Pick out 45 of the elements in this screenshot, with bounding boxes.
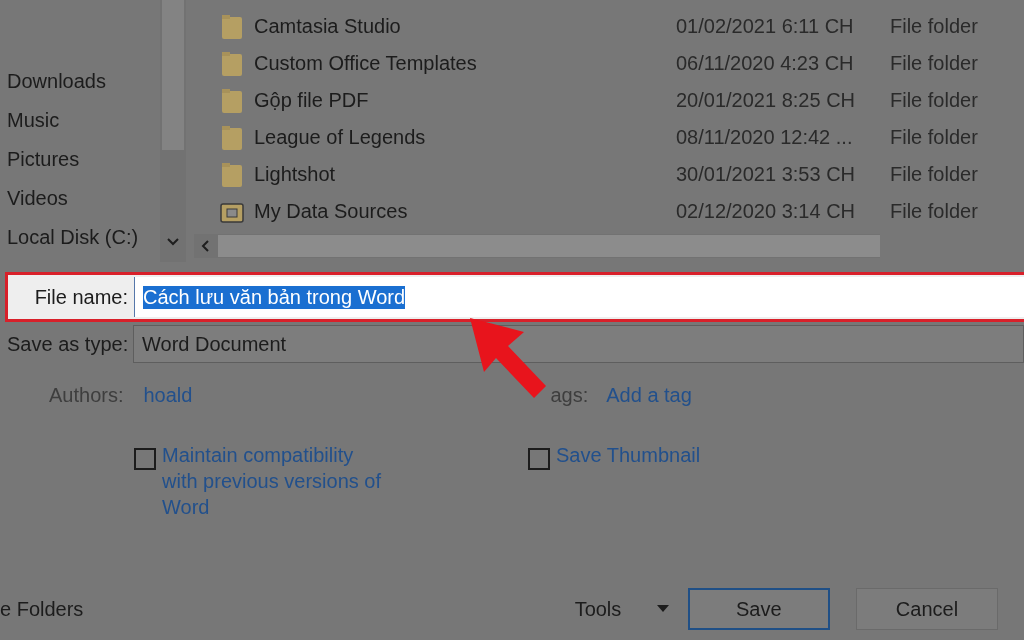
file-date: 02/12/2020 3:14 CH (676, 200, 857, 223)
folder-icon (220, 50, 244, 77)
horizontal-scrollbar[interactable] (218, 235, 880, 257)
file-name[interactable]: My Data Sources (254, 200, 676, 223)
checkbox[interactable] (134, 448, 156, 470)
save-type-dropdown[interactable]: Word Document (133, 325, 1024, 363)
file-date: 06/11/2020 4:23 CH (676, 52, 855, 75)
folder-icon (220, 161, 244, 188)
file-name[interactable]: League of Legends (254, 126, 676, 149)
file-name[interactable]: Camtasia Studio (254, 15, 676, 38)
file-date: 08/11/2020 12:42 ... (676, 126, 854, 149)
field-label: Save as type: (6, 332, 130, 356)
folder-icon (220, 13, 244, 40)
checkbox[interactable] (528, 448, 550, 470)
chevron-down-icon[interactable] (166, 237, 180, 247)
sidebar-item[interactable]: Downloads (0, 67, 160, 106)
file-name[interactable]: Custom Office Templates (254, 52, 676, 75)
file-type: File folder (890, 89, 978, 112)
file-name[interactable]: Gộp file PDF (254, 89, 676, 112)
file-type: File folder (890, 163, 978, 186)
tags-label: ags: (550, 383, 589, 407)
field-label: File name: (33, 285, 129, 309)
sidebar-item[interactable]: Music (0, 106, 160, 145)
dialog-button[interactable]: Save (687, 588, 830, 630)
file-name-field[interactable]: Cách lưu văn bản trong Word (134, 277, 1024, 317)
dialog-button[interactable]: Cancel (855, 588, 998, 630)
vertical-scrollbar[interactable] (160, 0, 186, 262)
file-type: File folder (890, 52, 978, 75)
sidebar-item[interactable]: Local Disk (C:) (0, 223, 160, 262)
file-date: 01/02/2021 6:11 CH (676, 15, 855, 38)
file-type: File folder (890, 126, 978, 149)
file-type: File folder (890, 15, 978, 38)
sidebar-item[interactable]: Pictures (0, 145, 160, 184)
caret-icon[interactable] (657, 605, 670, 613)
file-date: 20/01/2021 8:25 CH (676, 89, 857, 112)
file-type: File folder (890, 200, 978, 223)
folder-icon (220, 124, 244, 151)
file-date: 30/01/2021 3:53 CH (676, 163, 857, 186)
sidebar-item[interactable]: Videos (0, 184, 160, 223)
chevron-left-icon[interactable] (200, 239, 212, 253)
file-name[interactable]: Lightshot (254, 163, 676, 186)
hide-folders-link[interactable]: e Folders (0, 597, 575, 621)
folder-icon (220, 87, 244, 114)
authors-label: Authors: (49, 383, 124, 407)
tools-menu[interactable]: Tools (574, 597, 688, 621)
